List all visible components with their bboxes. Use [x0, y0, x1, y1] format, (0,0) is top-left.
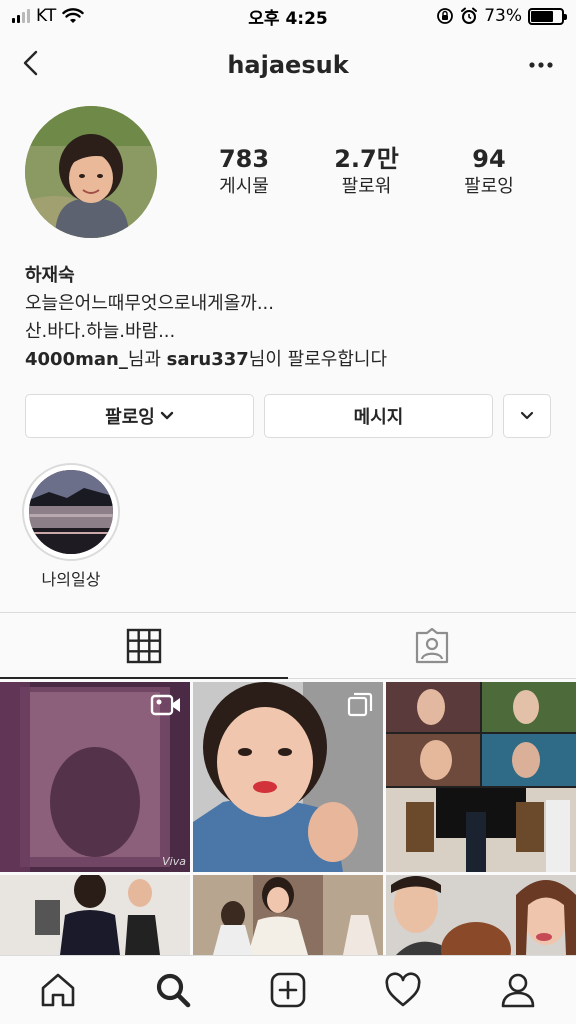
multiple-photos-icon	[347, 692, 373, 717]
carrier-label: KT	[36, 6, 57, 26]
followers-count: 2.7만	[334, 145, 399, 173]
tab-tagged[interactable]	[288, 613, 576, 679]
tagged-icon	[415, 627, 449, 664]
battery-fill	[531, 10, 553, 22]
search-icon	[156, 973, 191, 1008]
nav-profile-button[interactable]	[488, 960, 548, 1020]
back-button[interactable]	[18, 48, 48, 78]
profile-stats: 783 게시물 2.7만 팔로워 94 팔로잉	[184, 144, 549, 200]
status-bar: KT 오후 4:25 73%	[0, 0, 576, 32]
signal-icon	[12, 9, 30, 23]
battery-percent: 73%	[484, 6, 522, 26]
add-post-icon	[270, 972, 306, 1008]
tabs-bottom-border	[288, 678, 576, 679]
more-options-button[interactable]	[526, 50, 556, 80]
watermark-text: Viva	[162, 855, 186, 868]
chevron-down-icon	[160, 411, 174, 420]
highlight-label: 나의일상	[41, 570, 101, 589]
post-thumbnail[interactable]	[193, 875, 383, 955]
followed-by-text: 님과	[127, 349, 167, 370]
posts-count: 783	[218, 145, 270, 173]
battery-icon	[528, 7, 567, 25]
post-thumbnail[interactable]	[0, 875, 190, 955]
status-left: KT	[12, 6, 84, 26]
rotation-lock-icon	[437, 8, 454, 24]
chevron-down-icon	[520, 411, 534, 420]
bottom-navigation	[0, 955, 576, 1024]
story-highlight[interactable]	[22, 463, 120, 561]
bio-line: 산.바다.하늘.바람...	[25, 321, 176, 342]
status-right: 73%	[436, 6, 567, 26]
profile-bio: 하재숙 오늘은어느때무엇으로내게올까... 산.바다.하늘.바람... 4000…	[25, 262, 555, 374]
nav-activity-button[interactable]	[373, 960, 433, 1020]
followers-stat[interactable]: 2.7만 팔로워	[307, 144, 427, 200]
followers-label: 팔로워	[341, 176, 392, 197]
following-button-label: 팔로잉	[105, 407, 155, 428]
post-thumbnail[interactable]: Viva	[0, 682, 190, 872]
highlight-cover	[29, 470, 113, 554]
nav-home-button[interactable]	[28, 960, 88, 1020]
following-stat[interactable]: 94 팔로잉	[429, 144, 549, 200]
suggested-accounts-button[interactable]	[503, 394, 551, 438]
followed-by-text: 님이 팔로우합니다	[248, 349, 387, 370]
following-count: 94	[472, 145, 506, 173]
posts-stat[interactable]: 783 게시물	[184, 144, 304, 200]
message-button[interactable]: 메시지	[264, 394, 493, 438]
profile-icon	[502, 973, 535, 1008]
avatar-photo	[25, 106, 157, 238]
username-title: hajaesuk	[227, 51, 349, 79]
posts-label: 게시물	[219, 176, 269, 197]
video-icon	[150, 694, 180, 716]
following-button[interactable]: 팔로잉	[25, 394, 254, 438]
grid-icon	[126, 628, 162, 664]
followed-by[interactable]: 4000man_님과 saru337님이 팔로우합니다	[25, 346, 555, 374]
message-button-label: 메시지	[353, 407, 404, 428]
followed-by-user[interactable]: saru337	[167, 349, 249, 370]
profile-header: hajaesuk	[0, 40, 576, 90]
nav-search-button[interactable]	[143, 960, 203, 1020]
chevron-left-icon	[23, 50, 38, 76]
active-tab-indicator	[0, 677, 288, 679]
bio-line: 오늘은어느때무엇으로내게올까...	[25, 293, 275, 314]
wifi-icon	[62, 8, 84, 23]
tab-grid[interactable]	[0, 613, 288, 679]
followed-by-user[interactable]: 4000man_	[25, 349, 128, 370]
post-thumbnail[interactable]	[193, 682, 383, 872]
profile-name: 하재숙	[25, 265, 75, 286]
alarm-icon	[461, 7, 478, 24]
more-horizontal-icon	[529, 62, 553, 68]
post-thumbnail[interactable]	[386, 682, 576, 872]
post-thumbnail[interactable]	[386, 875, 576, 955]
nav-add-post-button[interactable]	[258, 960, 318, 1020]
home-icon	[41, 973, 74, 1007]
profile-avatar[interactable]	[25, 106, 157, 238]
following-label: 팔로잉	[464, 176, 514, 197]
heart-icon	[385, 972, 421, 1007]
